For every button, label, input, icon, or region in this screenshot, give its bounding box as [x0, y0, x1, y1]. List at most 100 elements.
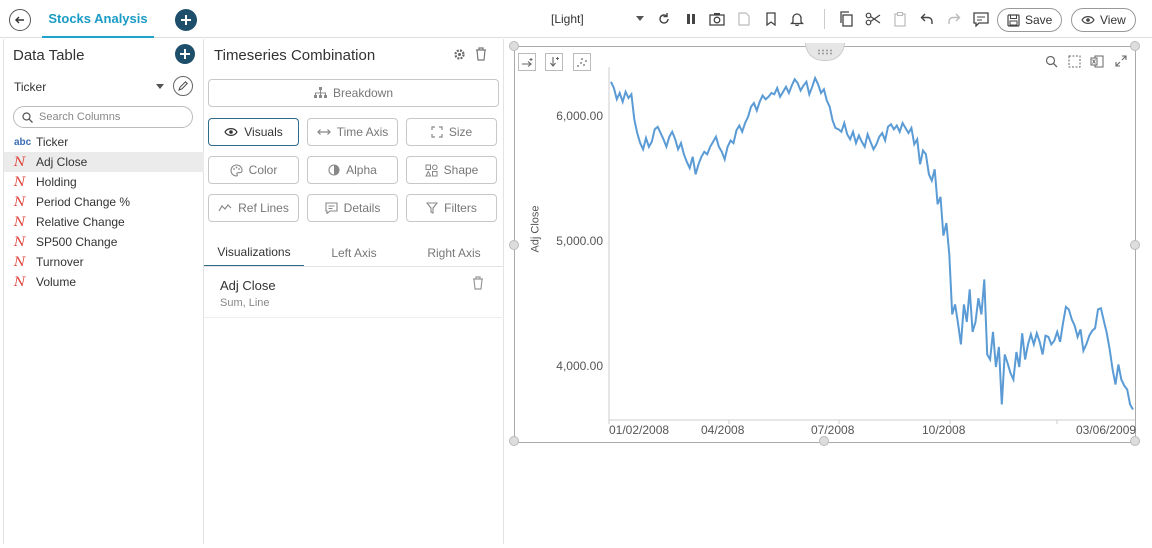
search-input[interactable]: [39, 111, 179, 123]
pause-icon[interactable]: [683, 11, 699, 27]
redo-icon[interactable]: [946, 11, 962, 27]
details-button[interactable]: Details: [307, 194, 398, 222]
x-tick-label: 01/02/2008: [609, 423, 670, 437]
breakdown-button[interactable]: Breakdown: [208, 79, 499, 107]
theme-select[interactable]: [Light]: [551, 12, 584, 26]
column-item[interactable]: N Volume: [4, 272, 204, 292]
series-line-adj-close[interactable]: [610, 75, 1134, 411]
back-button[interactable]: [9, 9, 31, 31]
column-list: abc Ticker N Adj Close N Holding N Period Chang…: [4, 132, 204, 292]
x-tick-label: 10/2008: [922, 423, 966, 437]
y-tick-label: 6,000.00: [556, 108, 603, 123]
caret-down-icon[interactable]: [156, 84, 164, 90]
column-label: Turnover: [36, 255, 84, 269]
color-label: Color: [248, 163, 278, 177]
paste-icon[interactable]: [892, 11, 908, 27]
visualization-subtitle: Sum, Line: [220, 297, 270, 309]
tab-right-axis[interactable]: Right Axis: [404, 239, 504, 267]
trash-icon[interactable]: [472, 276, 484, 290]
caret-down-icon[interactable]: [636, 16, 644, 22]
ref-lines-button[interactable]: Ref Lines: [208, 194, 299, 222]
view-button[interactable]: View: [1071, 8, 1136, 32]
tab-visualizations[interactable]: Visualizations: [204, 239, 304, 267]
x-tick-label: 07/2008: [811, 423, 855, 437]
settings-tabs: Visualizations Left Axis Right Axis: [204, 239, 504, 267]
column-item[interactable]: N Holding: [4, 172, 204, 192]
column-label: SP500 Change: [36, 235, 118, 249]
color-button[interactable]: Color: [208, 156, 299, 184]
visual-settings-panel: Timeseries Combination Breakdown Visuals…: [204, 39, 504, 544]
column-label: Ticker: [36, 135, 69, 149]
floppy-icon: [1007, 13, 1020, 27]
y-tick-label: 5,000.00: [556, 233, 603, 248]
size-label: Size: [448, 125, 473, 139]
column-label: Volume: [36, 275, 77, 289]
visuals-button[interactable]: Visuals: [208, 118, 299, 146]
horizontal-arrows-icon: [316, 129, 331, 135]
expand-icon: [431, 126, 443, 138]
column-item[interactable]: N Relative Change: [4, 212, 204, 232]
line-chart[interactable]: [515, 47, 1137, 444]
comment-icon[interactable]: [973, 11, 989, 27]
column-label: Relative Change: [36, 215, 125, 229]
view-label: View: [1100, 13, 1126, 27]
alpha-button[interactable]: Alpha: [307, 156, 398, 184]
panel-title: Data Table: [13, 47, 85, 64]
filters-button[interactable]: Filters: [406, 194, 497, 222]
visualization-item[interactable]: Adj Close Sum, Line: [204, 271, 504, 318]
bookmark-icon[interactable]: [763, 11, 779, 27]
filters-label: Filters: [444, 201, 477, 215]
column-item[interactable]: N Period Change %: [4, 192, 204, 212]
opacity-icon: [328, 164, 340, 176]
edit-ticker-button[interactable]: [173, 76, 193, 96]
add-tab-button[interactable]: [175, 9, 197, 31]
column-label: Holding: [36, 175, 77, 189]
column-item[interactable]: N Turnover: [4, 252, 204, 272]
arrow-left-icon: [15, 16, 24, 24]
time-axis-label: Time Axis: [336, 125, 389, 139]
numeric-type-icon: N: [14, 254, 26, 270]
time-axis-button[interactable]: Time Axis: [307, 118, 398, 146]
ref-line-icon: [218, 204, 232, 212]
data-table-panel: Data Table Ticker abc Ticker N Adj Close N Ho…: [3, 39, 204, 544]
bell-icon[interactable]: [789, 11, 805, 27]
palette-icon: [230, 163, 243, 177]
text-type-icon: abc: [14, 136, 32, 148]
toolbar-divider: [824, 9, 825, 29]
tab-left-axis[interactable]: Left Axis: [304, 239, 404, 267]
size-button[interactable]: Size: [406, 118, 497, 146]
cut-icon[interactable]: [865, 11, 881, 27]
chart-container: Adj Close 6,000.00 5,000.00 4,000.00 01/02…: [509, 41, 1140, 446]
x-tick-label: 03/06/2009: [1076, 423, 1137, 437]
column-item[interactable]: abc Ticker: [4, 132, 204, 152]
trash-icon[interactable]: [475, 47, 487, 61]
shapes-icon: [424, 164, 438, 176]
column-item[interactable]: N SP500 Change: [4, 232, 204, 252]
search-columns[interactable]: [13, 106, 193, 128]
plus-icon: [181, 15, 191, 25]
column-item[interactable]: N Adj Close: [4, 152, 204, 172]
undo-icon[interactable]: [919, 11, 935, 27]
alpha-label: Alpha: [346, 163, 377, 177]
x-tick-label: 04/2008: [701, 423, 745, 437]
refresh-icon[interactable]: [656, 11, 672, 27]
visuals-label: Visuals: [244, 125, 283, 139]
plus-icon: [180, 49, 190, 59]
eye-icon: [1081, 16, 1095, 24]
numeric-type-icon: N: [14, 274, 26, 290]
message-icon: [325, 202, 338, 214]
breakdown-label: Breakdown: [332, 86, 394, 100]
add-column-button[interactable]: [175, 44, 195, 64]
eye-icon: [224, 128, 238, 136]
copy-icon[interactable]: [838, 11, 854, 27]
shape-button[interactable]: Shape: [406, 156, 497, 184]
visual-title: Timeseries Combination: [214, 47, 376, 64]
tab-stocks-analysis[interactable]: Stocks Analysis: [42, 0, 154, 38]
top-bar: Stocks Analysis [Light] Save View: [0, 0, 1152, 38]
pdf-icon[interactable]: [736, 11, 752, 27]
save-button[interactable]: Save: [997, 8, 1063, 32]
snapshot-icon[interactable]: [709, 11, 725, 27]
gear-icon[interactable]: [453, 48, 466, 61]
details-label: Details: [343, 201, 381, 215]
ticker-select[interactable]: Ticker: [14, 80, 46, 94]
